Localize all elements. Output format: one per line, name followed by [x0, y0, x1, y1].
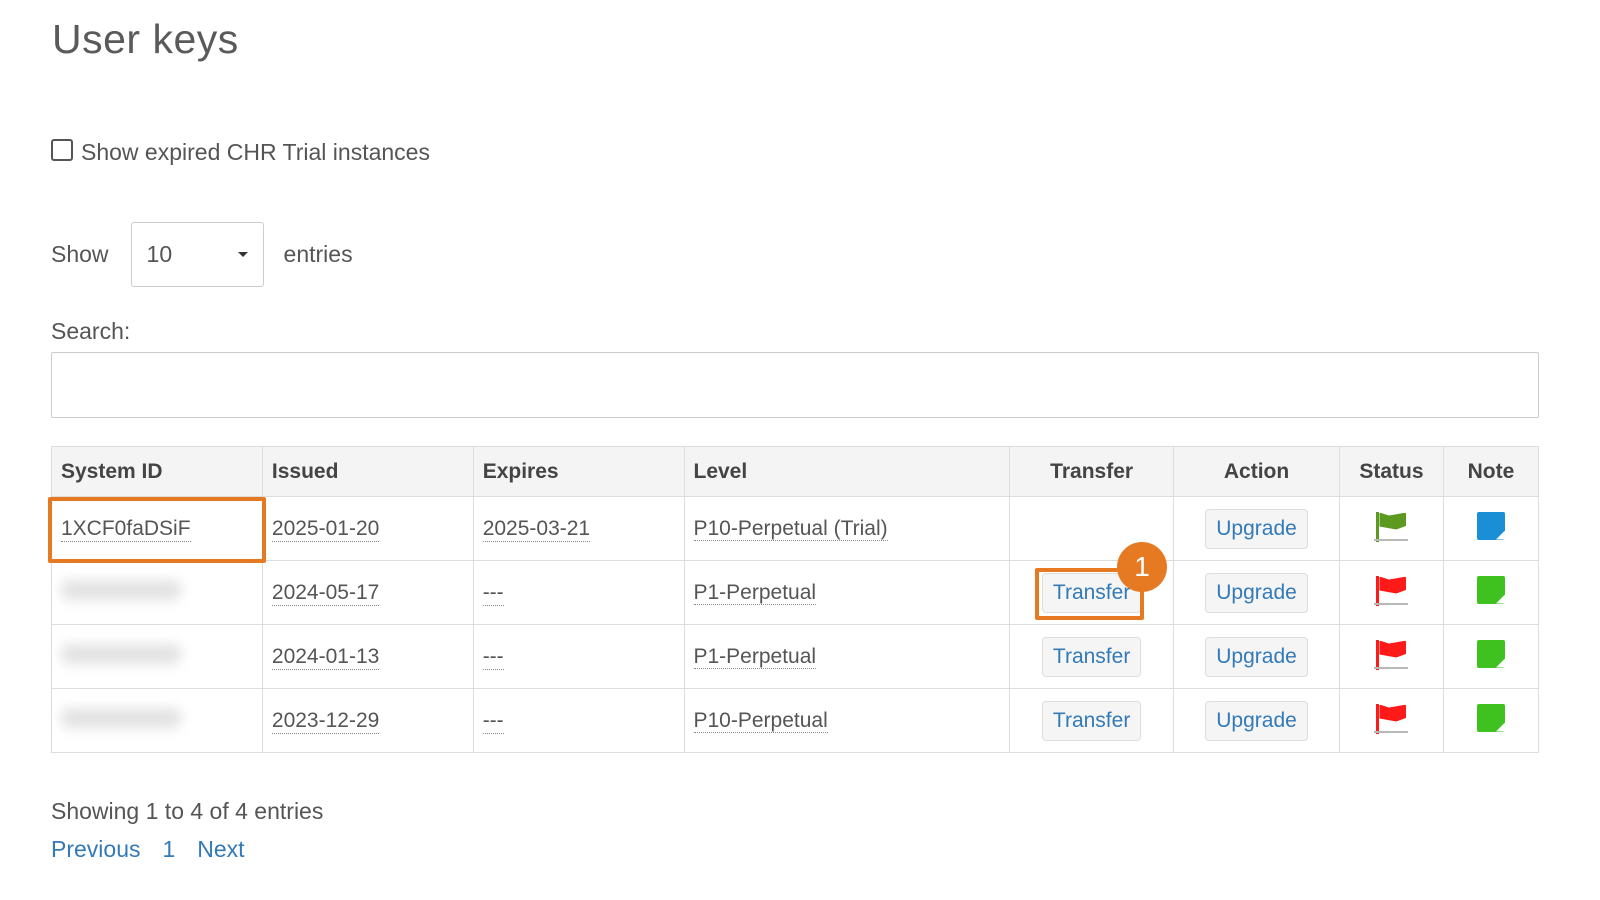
green-note-icon[interactable]: [1476, 703, 1505, 732]
expires-cell: ---: [472, 688, 685, 753]
length-prefix: Show: [51, 241, 109, 267]
red-flag-icon: [1374, 703, 1409, 734]
transfer-cell: Transfer: [1009, 688, 1175, 753]
length-suffix: entries: [283, 241, 353, 267]
status-cell: [1339, 624, 1444, 689]
pagination-previous[interactable]: Previous: [51, 836, 140, 863]
entries-per-page-select[interactable]: 10: [130, 222, 264, 287]
note-cell: [1442, 560, 1540, 625]
upgrade-button[interactable]: Upgrade: [1205, 700, 1308, 741]
column-header-action[interactable]: Action: [1173, 446, 1340, 497]
user-keys-table: System ID Issued Expires Level Transfer …: [51, 446, 1540, 753]
table-row: 1XCF0faDSiF 2025-01-20 2025-03-21 P10-Pe…: [51, 496, 1540, 561]
green-flag-icon: [1374, 511, 1409, 542]
status-cell: [1339, 688, 1444, 753]
issued-date: 2023-12-29: [271, 708, 380, 734]
expires-date: ---: [482, 644, 504, 670]
table-row: 2024-01-13 --- P1-Perpetual Transfer Upg…: [51, 624, 1540, 689]
transfer-button[interactable]: Transfer: [1041, 636, 1142, 677]
table-row: 2023-12-29 --- P10-Perpetual Transfer Up…: [51, 688, 1540, 753]
page-title: User keys: [52, 16, 239, 62]
transfer-cell: Transfer: [1009, 624, 1175, 689]
level-cell: P10-Perpetual (Trial): [683, 496, 1011, 561]
issued-cell: 2023-12-29: [261, 688, 474, 753]
system-id-cell: [51, 624, 263, 689]
column-header-transfer[interactable]: Transfer: [1009, 446, 1175, 497]
expires-date: ---: [482, 708, 504, 734]
red-flag-icon: [1374, 639, 1409, 670]
issued-cell: 2024-01-13: [261, 624, 474, 689]
blurred-system-id: [61, 579, 181, 600]
level-cell: P1-Perpetual: [683, 624, 1011, 689]
level-link[interactable]: P10-Perpetual: [693, 708, 828, 733]
note-cell: [1442, 688, 1540, 753]
table-header-row: System ID Issued Expires Level Transfer …: [51, 446, 1540, 497]
upgrade-button[interactable]: Upgrade: [1205, 508, 1308, 549]
column-header-note[interactable]: Note: [1442, 446, 1540, 497]
level-link[interactable]: P1-Perpetual: [693, 580, 817, 605]
level-cell: P1-Perpetual: [683, 560, 1011, 625]
expires-cell: ---: [472, 624, 685, 689]
blurred-system-id: [61, 707, 181, 728]
expires-date: 2025-03-21: [482, 516, 591, 542]
level-link[interactable]: P10-Perpetual (Trial): [693, 516, 888, 541]
column-header-issued[interactable]: Issued: [261, 446, 474, 497]
show-expired-checkbox[interactable]: [51, 138, 73, 161]
expires-cell: 2025-03-21: [472, 496, 685, 561]
upgrade-button[interactable]: Upgrade: [1205, 572, 1308, 613]
pagination-page-1[interactable]: 1: [162, 836, 175, 863]
action-cell: Upgrade: [1173, 688, 1340, 753]
note-cell: [1442, 496, 1540, 561]
green-note-icon[interactable]: [1476, 639, 1505, 668]
column-header-system-id[interactable]: System ID: [51, 446, 263, 497]
expires-date: ---: [482, 580, 504, 606]
blue-note-icon[interactable]: [1476, 511, 1505, 540]
pagination-next[interactable]: Next: [197, 836, 244, 863]
column-header-status[interactable]: Status: [1339, 446, 1444, 497]
blurred-system-id: [61, 643, 181, 664]
system-id-cell: [51, 560, 263, 625]
status-cell: [1339, 560, 1444, 625]
search-input[interactable]: [51, 352, 1539, 418]
expires-cell: ---: [472, 560, 685, 625]
issued-date: 2025-01-20: [271, 516, 380, 542]
level-link[interactable]: P1-Perpetual: [693, 644, 817, 669]
show-expired-toggle[interactable]: Show expired CHR Trial instances: [51, 138, 430, 166]
caret-down-icon: [237, 252, 248, 257]
system-id-cell: [51, 688, 263, 753]
level-cell: P10-Perpetual: [683, 688, 1011, 753]
action-cell: Upgrade: [1173, 560, 1340, 625]
search-label: Search:: [51, 318, 131, 344]
column-header-level[interactable]: Level: [683, 446, 1011, 497]
action-cell: Upgrade: [1173, 624, 1340, 689]
issued-cell: 2025-01-20: [261, 496, 474, 561]
entries-per-page-value: 10: [146, 241, 173, 267]
step-badge: 1: [1117, 542, 1167, 592]
table-row: 2024-05-17 --- P1-Perpetual Transfer Upg…: [51, 560, 1540, 625]
status-cell: [1339, 496, 1444, 561]
issued-date: 2024-05-17: [271, 580, 380, 606]
note-cell: [1442, 624, 1540, 689]
system-id-highlight: [48, 497, 266, 563]
transfer-button[interactable]: Transfer: [1041, 700, 1142, 741]
table-info: Showing 1 to 4 of 4 entries: [51, 798, 324, 824]
entries-length-control: Show 10 entries: [51, 222, 353, 287]
green-note-icon[interactable]: [1476, 575, 1505, 604]
issued-date: 2024-01-13: [271, 644, 380, 670]
upgrade-button[interactable]: Upgrade: [1205, 636, 1308, 677]
show-expired-label: Show expired CHR Trial instances: [81, 139, 430, 165]
column-header-expires[interactable]: Expires: [472, 446, 685, 497]
red-flag-icon: [1374, 575, 1409, 606]
issued-cell: 2024-05-17: [261, 560, 474, 625]
action-cell: Upgrade: [1173, 496, 1340, 561]
pagination: Previous 1 Next: [51, 836, 245, 863]
